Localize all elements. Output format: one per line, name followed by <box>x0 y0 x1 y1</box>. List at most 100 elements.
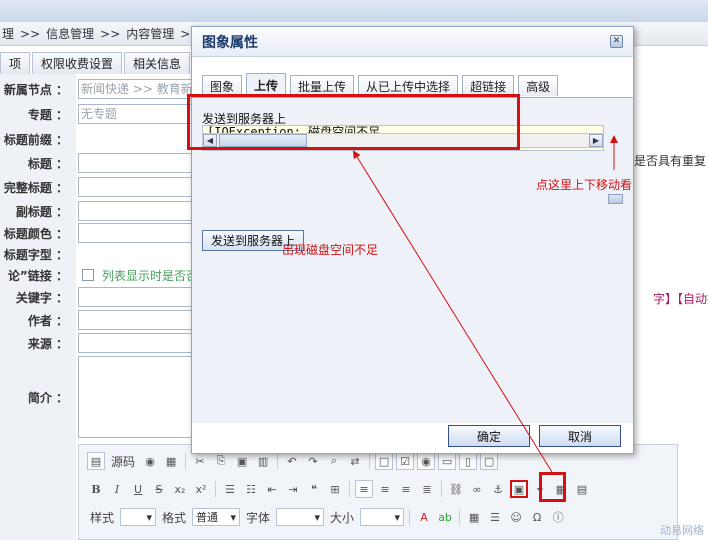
justify-icon[interactable]: ≣ <box>418 480 436 498</box>
auto-extract-link[interactable]: 字】【自动提I <box>653 290 708 307</box>
tab-item[interactable]: 项 <box>0 52 31 74</box>
italic-icon[interactable]: I <box>108 480 126 498</box>
unlink-icon[interactable]: ∞ <box>468 480 486 498</box>
paste-text-icon[interactable]: ▥ <box>254 452 272 470</box>
cancel-button[interactable]: 取消 <box>539 425 621 447</box>
close-icon[interactable]: ✕ <box>610 35 623 48</box>
checkbox-icon[interactable]: ☑ <box>396 452 415 470</box>
separator <box>215 481 216 497</box>
special-char-icon[interactable]: Ω <box>528 508 546 526</box>
top-strip <box>0 0 708 22</box>
text-color-icon[interactable]: A <box>415 508 433 526</box>
ordered-list-icon[interactable]: ☰ <box>221 480 239 498</box>
tab-upload[interactable]: 上传 <box>246 73 287 96</box>
author-input[interactable] <box>78 310 196 330</box>
source-icon[interactable]: ▤ <box>87 452 105 470</box>
undo-icon[interactable]: ↶ <box>283 452 301 470</box>
list-checkbox[interactable] <box>82 269 94 281</box>
about-icon[interactable]: ⓘ <box>549 508 567 526</box>
align-right-icon[interactable]: ≡ <box>397 480 415 498</box>
tab-advanced[interactable]: 高级 <box>518 75 559 96</box>
field-label: 标题 ： <box>27 156 68 171</box>
outdent-icon[interactable]: ⇤ <box>263 480 281 498</box>
chevron-down-icon: ▾ <box>230 510 237 524</box>
chevron-down-icon: ▾ <box>394 510 401 524</box>
annotation-error-highlight <box>187 94 520 150</box>
form-icon[interactable]: □ <box>375 452 394 470</box>
breadcrumb-item[interactable]: 信息管理 <box>46 25 94 42</box>
node-field[interactable]: 新闻快递 >> 教育新 <box>78 79 196 99</box>
summary-textarea[interactable] <box>78 356 196 438</box>
breadcrumb-sep: >> <box>100 26 121 41</box>
template-icon[interactable]: ▦ <box>162 452 180 470</box>
hr-icon[interactable]: ▤ <box>573 480 591 498</box>
scroll-right-icon[interactable]: ▶ <box>589 134 603 147</box>
anchor-icon[interactable]: ⚓ <box>489 480 507 498</box>
separator <box>185 453 187 469</box>
tab-permissions[interactable]: 权限收费设置 <box>32 52 123 74</box>
separator <box>277 453 279 469</box>
rich-editor-toolbar: ▤ 源码 ◉ ▦ ✂ ⎘ ▣ ▥ ↶ ↷ ⌕ ⇄ □ ☑ ◉ ▭ ▯ ▢ B I… <box>78 444 678 540</box>
copy-icon[interactable]: ⎘ <box>212 452 230 470</box>
strike-icon[interactable]: S <box>150 480 168 498</box>
bold-icon[interactable]: B <box>87 480 105 498</box>
cut-icon[interactable]: ✂ <box>191 452 209 470</box>
tab-related[interactable]: 相关信息 <box>124 52 191 74</box>
button-icon[interactable]: ▢ <box>480 452 499 470</box>
replace-icon[interactable]: ⇄ <box>346 452 364 470</box>
topic-field[interactable]: 无专题 <box>78 104 196 124</box>
image-icon[interactable]: ▣ <box>510 480 528 498</box>
radio-icon[interactable]: ◉ <box>417 452 436 470</box>
unordered-list-icon[interactable]: ☷ <box>242 480 260 498</box>
tab-batch-upload[interactable]: 批量上传 <box>290 75 355 96</box>
font-select[interactable]: ▾ <box>276 508 325 526</box>
repeat-check-label: 是否具有重复 <box>634 154 707 168</box>
title-color-input[interactable] <box>78 223 196 243</box>
smiley-icon[interactable]: ☺ <box>507 508 525 526</box>
subtitle-input[interactable] <box>78 201 196 221</box>
tab-choose-uploaded[interactable]: 从已上传中选择 <box>358 75 459 96</box>
breadcrumb-item[interactable]: 内容管理 <box>126 25 174 42</box>
align-left-icon[interactable]: ≡ <box>355 480 373 498</box>
link-icon[interactable]: ⛓ <box>447 480 465 498</box>
tab-hyperlink[interactable]: 超链接 <box>462 75 515 96</box>
page-break-icon[interactable]: ☰ <box>486 508 504 526</box>
full-title-input[interactable] <box>78 177 196 197</box>
indent-icon[interactable]: ⇥ <box>284 480 302 498</box>
style-select[interactable]: ▾ <box>120 508 157 526</box>
field-label: 新属节点 ： <box>3 82 68 97</box>
field-label: 标题颜色 ： <box>3 226 68 241</box>
table-insert-icon[interactable]: ▦ <box>465 508 483 526</box>
source-input[interactable] <box>78 333 196 353</box>
keyword-input[interactable] <box>78 287 196 307</box>
source-button[interactable]: 源码 <box>108 453 138 470</box>
paste-icon[interactable]: ▣ <box>233 452 251 470</box>
align-center-icon[interactable]: ≡ <box>376 480 394 498</box>
breadcrumb-item[interactable]: 理 <box>2 25 14 42</box>
font-label: 字体 <box>246 510 271 525</box>
preview-icon[interactable]: ◉ <box>141 452 159 470</box>
textfield-icon[interactable]: ▭ <box>438 452 457 470</box>
field-label: 作者 ： <box>27 313 68 328</box>
format-select[interactable]: 普通 ▾ <box>192 508 241 526</box>
superscript-icon[interactable]: x² <box>192 480 210 498</box>
subscript-icon[interactable]: x₂ <box>171 480 189 498</box>
style-label: 样式 <box>90 510 115 525</box>
field-label: 简介 ： <box>27 390 68 405</box>
dialog-title: 图象属性 <box>202 34 258 51</box>
dialog-titlebar[interactable]: 图象属性 ✕ <box>192 27 633 57</box>
size-select[interactable]: ▾ <box>360 508 405 526</box>
vertical-scroll-thumb[interactable] <box>608 194 623 204</box>
ok-button[interactable]: 确定 <box>448 425 530 447</box>
blockquote-icon[interactable]: ❝ <box>305 480 323 498</box>
underline-icon[interactable]: U <box>129 480 147 498</box>
title-input[interactable] <box>78 153 196 173</box>
find-icon[interactable]: ⌕ <box>325 452 343 470</box>
div-icon[interactable]: ⊞ <box>326 480 344 498</box>
field-label: 标题字型 ： <box>3 247 68 262</box>
field-label: 完整标题 ： <box>3 180 68 195</box>
tab-image[interactable]: 图象 <box>202 75 243 96</box>
textarea-icon[interactable]: ▯ <box>459 452 478 470</box>
redo-icon[interactable]: ↷ <box>304 452 322 470</box>
bg-color-icon[interactable]: ab <box>436 508 454 526</box>
